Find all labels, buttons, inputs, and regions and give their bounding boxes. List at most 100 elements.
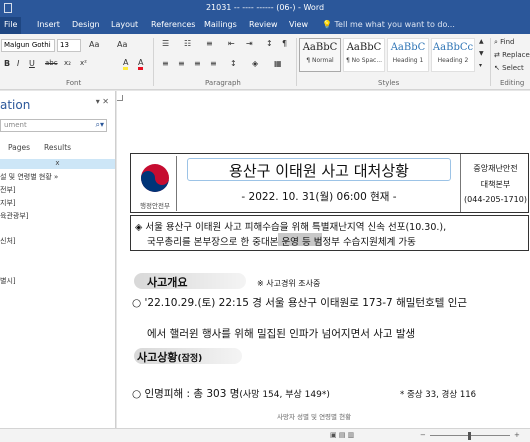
superscript-button[interactable]: x² (80, 59, 87, 67)
decrease-indent-icon[interactable]: ⇤ (228, 39, 235, 48)
report-header-box: 행정안전부 용산구 이태원 사고 대처상황 - 2022. 10. 31(월) … (130, 153, 529, 213)
shading-icon[interactable]: ◈ (252, 59, 258, 68)
bold-button[interactable]: B (4, 59, 10, 68)
align-left-icon[interactable]: ≡ (162, 59, 169, 68)
style-name: ¶ No Spac... (345, 57, 383, 64)
replace-icon: ⇄ (494, 51, 503, 59)
zoom-out-icon[interactable]: − (420, 431, 426, 439)
nav-item[interactable]: 별시] (0, 276, 16, 286)
nav-search-input[interactable]: ument ⌕▾ (0, 119, 107, 132)
editing-group-label: Editing (500, 79, 525, 87)
style-name: Heading 1 (392, 57, 424, 64)
hq-name-1: 중앙재난안전 (473, 164, 518, 173)
navigation-pane: ation ▾ ✕ ument ⌕▾ Pages Results x 설 및 연령… (0, 91, 116, 442)
zoom-in-icon[interactable]: + (514, 431, 520, 439)
hq-name-2: 대책본부 (480, 180, 511, 189)
status-bar: ▣ ▤ ▥ − + (0, 428, 530, 442)
style-heading-1[interactable]: AaBbC Heading 1 (387, 38, 429, 72)
paragraph-group-label: Paragraph (205, 79, 241, 87)
style-name: ¶ Normal (306, 57, 334, 64)
header-right-cell: 중앙재난안전 대책본부 (044-205-1710) (461, 154, 530, 212)
font-color-button[interactable]: A (138, 58, 144, 70)
tell-me-box[interactable]: 💡 Tell me what you want to do... (322, 20, 455, 29)
nav-item[interactable]: 설 및 연령별 현황 » (0, 172, 58, 182)
multilevel-list-icon[interactable]: ≡ (206, 39, 213, 48)
strikethrough-button[interactable]: abc (45, 59, 58, 67)
subscript-button[interactable]: x₂ (64, 59, 71, 67)
ribbon-separator (153, 38, 154, 86)
borders-icon[interactable]: ▦ (274, 59, 282, 68)
nav-selected-item[interactable]: x (0, 159, 115, 169)
tab-view[interactable]: View (289, 20, 308, 29)
overview-line-2: 에서 핼러윈 행사를 위해 밀집된 인파가 넘어지면서 사고 발생 (147, 328, 416, 340)
style-preview: AaBbCc (432, 42, 474, 53)
style-no-spacing[interactable]: AaBbC ¶ No Spac... (343, 38, 385, 72)
style-name: Heading 2 (437, 57, 469, 64)
change-case-button[interactable]: Aa (117, 40, 127, 49)
ministry-logo: 행정안전부 (133, 156, 177, 211)
underline-button[interactable]: U (29, 59, 35, 68)
tab-references[interactable]: References (151, 20, 195, 29)
align-right-icon[interactable]: ≡ (194, 59, 201, 68)
nav-item[interactable]: 신처] (0, 236, 16, 246)
italic-button[interactable]: I (17, 59, 19, 68)
document-page[interactable]: 행정안전부 용산구 이태원 사고 대처상황 - 2022. 10. 31(월) … (117, 91, 530, 428)
highlight-color-button[interactable]: A (123, 58, 129, 70)
styles-more-icon[interactable]: ▾ (479, 62, 482, 69)
tab-pages[interactable]: Pages (8, 143, 30, 152)
report-date: - 2022. 10. 31(월) 06:00 현재 - (241, 191, 397, 203)
tab-review[interactable]: Review (249, 20, 278, 29)
ribbon-separator (296, 38, 297, 86)
tab-mailings[interactable]: Mailings (204, 20, 237, 29)
tab-layout[interactable]: Layout (111, 20, 138, 29)
nav-pane-title: ation (0, 98, 31, 112)
select-button[interactable]: ↖ Select (494, 64, 524, 72)
section-2-heading: 사고상황(잠정) (137, 351, 203, 364)
search-icon[interactable]: ⌕▾ (96, 120, 105, 130)
styles-scroll-down-icon[interactable]: ▼ (479, 50, 484, 57)
close-icon[interactable]: ✕ (102, 97, 109, 106)
notice-line-1: ◈ 서울 용산구 이태원 사고 피해수습을 위해 특별재난지역 신속 선포(10… (135, 222, 447, 233)
justify-icon[interactable]: ≡ (210, 59, 217, 68)
ribbon-tabs: File Insert Design Layout References Mai… (0, 17, 530, 34)
find-button[interactable]: ⌕ Find (494, 38, 515, 47)
style-normal[interactable]: AaBbC ¶ Normal (299, 38, 341, 72)
select-arrow-icon: ↖ (494, 64, 503, 72)
window-title: 21031 -- ---- ------ (06-) - Word (205, 3, 325, 12)
nav-item[interactable]: 육관광부] (0, 211, 29, 221)
nav-item[interactable]: 전부] (0, 185, 16, 195)
tab-design[interactable]: Design (72, 20, 100, 29)
taegeuk-logo-icon (141, 164, 169, 192)
zoom-slider-thumb[interactable] (468, 432, 471, 440)
tab-file[interactable]: File (0, 17, 22, 34)
nav-pane-controls: ▾ ✕ (96, 97, 109, 106)
bullets-icon[interactable]: ☰ (162, 39, 169, 48)
casualty-line: ○ 인명피해 : 총 303 명(사망 154, 부상 149*) (132, 388, 330, 400)
style-preview: AaBbC (390, 42, 426, 53)
lightbulb-icon: 💡 (322, 20, 335, 29)
tab-results[interactable]: Results (44, 143, 71, 152)
show-marks-icon[interactable]: ¶ (282, 39, 287, 48)
sort-icon[interactable]: ↕ (266, 39, 273, 48)
grow-font-button[interactable]: Aa (89, 40, 99, 49)
ribbon-separator (490, 38, 491, 86)
styles-scroll-up-icon[interactable]: ▲ (479, 38, 484, 45)
view-mode-icons[interactable]: ▣ ▤ ▥ (330, 431, 354, 439)
font-size-box[interactable]: 13 (57, 39, 81, 52)
title-bar: 21031 -- ---- ------ (06-) - Word (0, 0, 530, 17)
increase-indent-icon[interactable]: ⇥ (246, 39, 253, 48)
nav-item[interactable]: 지부] (0, 198, 16, 208)
report-title: 용산구 이태원 사고 대처상황 (229, 162, 409, 180)
tab-insert[interactable]: Insert (37, 20, 60, 29)
font-name-box[interactable]: Malgun Gothi (1, 39, 55, 52)
replace-button[interactable]: ⇄ Replace (494, 51, 530, 59)
notice-box: ◈ 서울 용산구 이태원 사고 피해수습을 위해 특별재난지역 신속 선포(10… (130, 215, 529, 251)
header-title-cell: 용산구 이태원 사고 대처상황 - 2022. 10. 31(월) 06:00 … (177, 154, 461, 212)
numbering-icon[interactable]: ☷ (184, 39, 191, 48)
style-heading-2[interactable]: AaBbCc Heading 2 (431, 38, 475, 72)
align-center-icon[interactable]: ≡ (178, 59, 185, 68)
line-spacing-icon[interactable]: ↕ (230, 59, 237, 68)
crop-mark (117, 95, 123, 101)
logo-caption: 행정안전부 (140, 202, 170, 210)
casualty-note: * 중상 33, 경상 116 (400, 390, 477, 400)
